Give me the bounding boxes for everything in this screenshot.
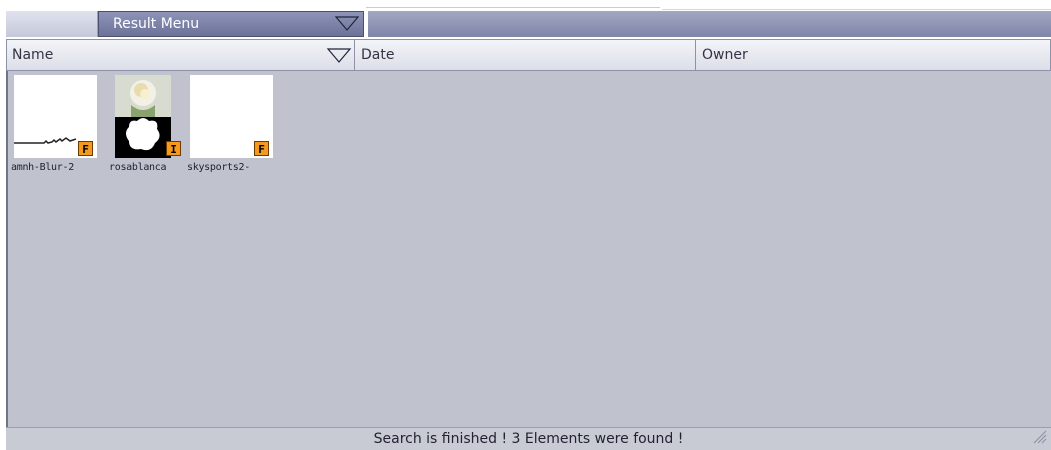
result-menu-button[interactable]: Result Menu — [98, 11, 364, 37]
item-name: skysports2- — [187, 162, 250, 173]
result-panel: Result Menu Name Date Owner F amnh-Blur-… — [0, 0, 1051, 450]
top-bar-fill — [366, 11, 1051, 37]
column-owner-label: Owner — [702, 47, 748, 63]
result-item[interactable]: F skysports2- — [187, 74, 273, 176]
result-menu-label: Result Menu — [113, 16, 200, 32]
item-name: rosablanca — [109, 162, 167, 173]
column-date-label: Date — [361, 47, 395, 63]
result-item[interactable]: I rosablanca — [109, 74, 189, 176]
top-left-spacer — [6, 11, 98, 37]
item-name: amnh-Blur-2 — [11, 162, 74, 173]
file-type-badge: I — [166, 141, 181, 156]
top-bar: Result Menu — [0, 0, 1051, 37]
status-bar: Search is finished ! 3 Elements were fou… — [6, 427, 1051, 450]
status-text: Search is finished ! 3 Elements were fou… — [373, 431, 684, 447]
resize-grip-icon[interactable] — [1031, 428, 1047, 448]
results-area[interactable]: F amnh-Blur-2 I rosablanca F skysports2- — [6, 71, 1051, 427]
column-name-label: Name — [12, 47, 54, 63]
column-header: Name Date Owner — [6, 39, 1051, 71]
result-item[interactable]: F amnh-Blur-2 — [11, 74, 97, 176]
divider — [662, 9, 1051, 10]
column-header-name[interactable]: Name — [7, 40, 355, 70]
file-type-badge: F — [78, 141, 93, 156]
item-thumbnail — [115, 75, 171, 158]
column-header-date[interactable]: Date — [356, 40, 696, 70]
file-type-badge: F — [254, 141, 269, 156]
sort-triangle-down-icon[interactable] — [326, 47, 352, 68]
column-header-owner[interactable]: Owner — [697, 40, 1050, 70]
divider — [366, 7, 660, 8]
triangle-down-icon — [334, 15, 360, 36]
